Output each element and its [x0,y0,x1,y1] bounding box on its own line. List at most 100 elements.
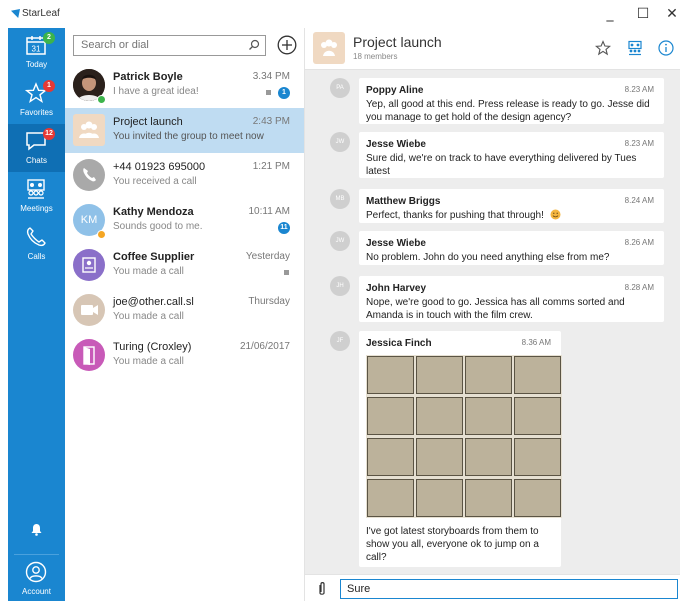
storyboard-frame [465,438,512,476]
message-input[interactable] [340,579,678,599]
conversation-preview: I have a great idea! [113,86,199,97]
sender-avatar: JF [330,331,350,351]
message-time: 8.26 AM [624,238,654,247]
conversation-name: Patrick Boyle [113,71,183,83]
storyboard-frame [416,397,463,435]
storyboard-frame [367,356,414,394]
rail-item-today[interactable]: 31 2 Today [8,28,65,76]
message-sender: Matthew Briggs [366,196,441,207]
info-icon[interactable] [658,40,674,56]
storyboard-frame [514,479,561,517]
rail-item-favorites[interactable]: 1 Favorites [8,76,65,124]
message-bubble: Matthew Briggs 8.24 AM Perfect, thanks f… [359,189,664,223]
chat-panel: Project launch 18 members PA Poppy Aline… [305,28,680,601]
conversation-name: joe@other.call.sl [113,296,194,308]
message-time: 8.36 AM [521,338,551,347]
message-bubble: Jesse Wiebe 8.26 AM No problem. John do … [359,231,664,265]
storyboard-frame [514,356,561,394]
avatar [73,249,105,281]
conversation-time: 21/06/2017 [239,341,290,352]
video-device-icon [82,257,96,273]
storyboard-image[interactable] [366,355,562,518]
notification-bell-icon[interactable] [30,523,43,536]
rail-label-calls: Calls [27,252,46,261]
group-avatar [313,32,345,64]
message-bubble: Jessica Finch 8.36 AM I've got latest st… [359,331,562,567]
presence-away-dot [97,230,106,239]
minimize-button[interactable]: _ [600,4,620,24]
rail-label-meetings: Meetings [20,204,53,213]
meeting-room-icon [27,179,45,199]
avatar [73,114,105,146]
unread-badge: 1 [278,87,290,99]
conversation-name: Project launch [113,116,183,128]
conversation-preview: You made a call [113,266,184,277]
conversation-item[interactable]: Patrick Boyle I have a great idea! 3.34 … [65,63,304,108]
sender-avatar: MB [330,189,350,209]
conversation-time: 1:21 PM [252,161,290,172]
storyboard-frame [416,438,463,476]
sender-avatar: PA [330,78,350,98]
conversation-name: Coffee Supplier [113,251,195,263]
rail-divider [14,554,59,555]
storyboard-frame [416,479,463,517]
message-sender: John Harvey [366,283,427,294]
message-sender: Poppy Aline [366,85,424,96]
conversation-item[interactable]: KM Kathy Mendoza Sounds good to me. 10:1… [65,198,304,243]
sender-avatar: JH [330,276,350,296]
avatar [73,159,105,191]
rail-label-chats: Chats [26,156,47,165]
sender-avatar: JW [330,132,350,152]
close-button[interactable]: ✕ [662,4,680,24]
search-box[interactable] [73,35,266,56]
storyboard-frame [367,479,414,517]
rail-item-chats[interactable]: 12 Chats [8,124,65,172]
unread-badge: 11 [278,222,290,234]
phone-icon [83,168,96,182]
message-composer [305,574,680,601]
message-text: Sure did, we're on track to have everyth… [366,153,637,177]
avatar [73,294,105,326]
conversation-list: Patrick Boyle I have a great idea! 3.34 … [65,28,305,601]
paperclip-icon[interactable] [317,581,327,597]
rail-label-favorites: Favorites [20,108,53,117]
storyboard-frame [465,397,512,435]
conversation-item[interactable]: Coffee Supplier You made a call Yesterda… [65,243,304,288]
conversation-preview: You made a call [113,356,184,367]
message-time: 8.28 AM [624,283,654,292]
group-icon [79,121,99,138]
rail-label-account: Account [22,587,51,596]
storyboard-frame [514,438,561,476]
conversation-item[interactable]: Project launch You invited the group to … [65,108,304,153]
message-text: Perfect, thanks for pushing that through… [366,209,561,222]
conversation-item[interactable]: Turing (Croxley) You made a call 21/06/2… [65,333,304,378]
message-text: Nope, we're good to go. Jessica has all … [366,297,625,321]
pin-icon [284,270,289,275]
star-icon[interactable] [595,40,611,56]
storyboard-frame [367,438,414,476]
message-time: 8.24 AM [624,196,654,205]
conversation-preview: Sounds good to me. [113,221,203,232]
add-conversation-button[interactable] [277,35,297,55]
rail-item-account[interactable]: Account [8,556,65,600]
video-camera-icon [81,305,98,315]
conversation-time: Thursday [248,296,290,307]
search-input[interactable] [81,39,241,51]
conversation-name: Kathy Mendoza [113,206,194,218]
message-time: 8.23 AM [624,85,654,94]
rail-item-meetings[interactable]: Meetings [8,172,65,220]
conversation-item[interactable]: +44 01923 695000 You received a call 1:2… [65,153,304,198]
meeting-room-icon[interactable] [627,40,643,56]
storyboard-frame [367,397,414,435]
storyboard-frame [465,479,512,517]
message-text: I've got latest storyboards from them to… [366,526,539,563]
favorites-badge: 1 [43,80,55,92]
conversation-time: 10:11 AM [248,206,290,217]
conversation-item[interactable]: joe@other.call.sl You made a call Thursd… [65,288,304,333]
rail-item-calls[interactable]: Calls [8,220,65,268]
conversation-time: Yesterday [245,251,290,262]
storyboard-frame [416,356,463,394]
conversation-name: Turing (Croxley) [113,341,192,353]
maximize-button[interactable]: ☐ [633,4,653,24]
storyboard-frame [465,356,512,394]
